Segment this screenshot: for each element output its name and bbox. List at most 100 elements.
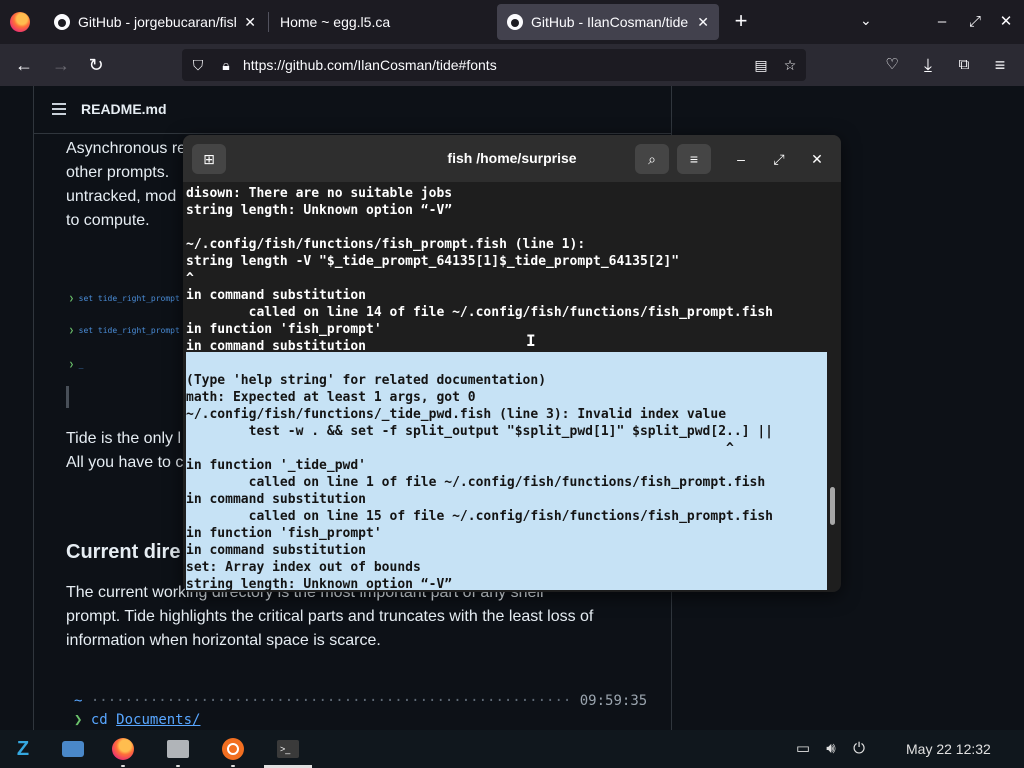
text-line: untracked, mod xyxy=(66,188,177,205)
downloads-icon[interactable]: ⤓ xyxy=(916,53,940,77)
terminal-line: called on line 1 of file ~/.config/fish/… xyxy=(186,475,766,490)
bookmark-star-icon[interactable]: ☆ xyxy=(780,55,800,75)
terminal-line: in function 'fish_prompt' xyxy=(186,526,382,541)
power-icon[interactable]: ⏻ xyxy=(850,740,868,758)
tab-label: GitHub - IlanCosman/tide xyxy=(531,14,689,30)
list-all-tabs-icon[interactable]: ⌄ xyxy=(860,12,872,29)
terminal-line: in command substitution xyxy=(186,339,367,354)
new-tab-button[interactable]: + xyxy=(730,10,752,34)
prompt-filler: ········································… xyxy=(90,693,572,709)
minimize-icon[interactable]: – xyxy=(724,144,758,174)
maximize-icon[interactable]: ⤢ xyxy=(963,10,987,34)
prompt-chevron: ❯ xyxy=(69,360,74,369)
terminal-line: ^ xyxy=(186,441,734,456)
firefox-icon[interactable] xyxy=(112,738,134,760)
text-line: other prompts. xyxy=(66,164,170,181)
readme-paragraph-async: Asynchronous re other prompts. untracked… xyxy=(66,137,186,233)
github-icon xyxy=(507,14,523,30)
tab-label: GitHub - jorgebucaran/fish xyxy=(78,14,237,30)
terminal-output[interactable]: I disown: There are no suitable jobs stri… xyxy=(183,182,841,592)
workspace-icon[interactable] xyxy=(62,741,84,757)
close-window-icon[interactable]: ✕ xyxy=(994,10,1018,34)
software-icon[interactable] xyxy=(222,738,244,760)
terminal-line: math: Expected at least 1 args, got 0 xyxy=(186,390,476,405)
text-line: Tide is the only l xyxy=(66,430,182,447)
terminal-line: string length -V "$_tide_prompt_64135[1]… xyxy=(186,254,680,269)
close-icon[interactable]: ✕ xyxy=(697,14,709,31)
demo-line: ❯ _ xyxy=(69,360,83,369)
hamburger-menu-icon[interactable]: ≡ xyxy=(677,144,711,174)
browser-tab-bar: GitHub - jorgebucaran/fish ✕ Home ~ egg.… xyxy=(0,0,1024,44)
scrollbar-thumb[interactable] xyxy=(830,487,835,525)
demo-text: set tide_right_prompt xyxy=(78,294,180,303)
readme-title: README.md xyxy=(81,101,167,117)
lock-icon[interactable]: 🔒︎ xyxy=(216,55,236,75)
terminal-line: in command substitution xyxy=(186,543,367,558)
zorin-menu-icon[interactable]: Z xyxy=(12,738,34,760)
files-icon[interactable] xyxy=(167,740,189,758)
hamburger-menu-icon[interactable]: ≡ xyxy=(988,53,1012,77)
url-text[interactable]: https://github.com/IlanCosman/tide#fonts xyxy=(243,57,497,73)
terminal-line: called on line 15 of file ~/.config/fish… xyxy=(186,509,773,524)
text-cursor-icon: I xyxy=(526,331,536,350)
minimize-icon[interactable]: – xyxy=(930,10,954,34)
browser-nav-bar: ← → ↻ ⛉ 🔒︎ https://github.com/IlanCosman… xyxy=(0,44,1024,86)
close-icon[interactable]: ✕ xyxy=(800,144,834,174)
tab-separator xyxy=(268,12,269,32)
code-prompt-line: ~ ······································… xyxy=(74,693,647,709)
terminal-header[interactable]: ⊞ fish /home/surprise ⌕ ≡ – ⤢ ✕ xyxy=(183,135,841,182)
terminal-line: string length: Unknown option “-V” xyxy=(186,203,453,218)
readme-header: README.md xyxy=(34,86,671,134)
terminal-line: ~/.config/fish/functions/fish_prompt.fis… xyxy=(186,237,586,252)
prompt-chevron: ❯ xyxy=(69,326,74,335)
terminal-line: in function 'fish_prompt' xyxy=(186,322,382,337)
text-line: information when horizontal space is sca… xyxy=(66,632,381,649)
volume-icon[interactable]: 🔊︎ xyxy=(822,740,840,758)
code-command: cd xyxy=(90,712,108,728)
firefox-menu-icon[interactable] xyxy=(10,12,30,32)
terminal-line: called on line 14 of file ~/.config/fish… xyxy=(186,305,773,320)
text-line: Asynchronous re xyxy=(66,140,187,157)
demo-text: set tide_right_prompt xyxy=(78,326,180,335)
running-indicator xyxy=(176,765,180,767)
terminal-line: test -w . && set -f split_output "$split… xyxy=(186,424,773,439)
terminal-line: in command substitution xyxy=(186,492,367,507)
terminal-line: ~/.config/fish/functions/_tide_pwd.fish … xyxy=(186,407,727,422)
reload-icon[interactable]: ↻ xyxy=(84,53,108,77)
back-icon[interactable]: ← xyxy=(12,53,36,77)
extensions-icon[interactable]: ⧉ xyxy=(952,53,976,77)
prompt-chevron: ❯ xyxy=(69,294,74,303)
forward-icon[interactable]: → xyxy=(49,53,73,77)
terminal-line: disown: There are no suitable jobs xyxy=(186,186,453,201)
prompt-time: 09:59:35 xyxy=(579,693,648,709)
maximize-icon[interactable]: ⤢ xyxy=(762,144,796,174)
tab-egg[interactable]: Home ~ egg.l5.ca xyxy=(270,4,492,40)
code-argument: Documents/ xyxy=(116,712,201,728)
readme-paragraph-tide: Tide is the only l All you have to c xyxy=(66,427,183,475)
github-icon xyxy=(54,14,70,30)
outline-list-icon[interactable] xyxy=(52,103,66,115)
tab-tide-repo[interactable]: GitHub - IlanCosman/tide ✕ xyxy=(497,4,719,40)
display-icon[interactable]: ▭ xyxy=(794,740,812,758)
reader-view-icon[interactable]: ▤ xyxy=(751,55,771,75)
demo-text: _ xyxy=(78,360,84,369)
running-indicator xyxy=(231,765,235,767)
prompt-chevron: ❯ xyxy=(74,712,83,728)
text-line: prompt. Tide highlights the critical par… xyxy=(66,608,594,625)
terminal-line: in command substitution xyxy=(186,288,367,303)
demo-line: ❯ set tide_right_prompt xyxy=(69,294,180,303)
terminal-line: in function '_tide_pwd' xyxy=(186,458,367,473)
close-icon[interactable]: ✕ xyxy=(244,14,256,31)
search-icon[interactable]: ⌕ xyxy=(635,144,669,174)
tab-label: Home ~ egg.l5.ca xyxy=(280,14,391,30)
terminal-line: (Type 'help string' for related document… xyxy=(186,373,547,388)
url-bar[interactable]: ⛉ 🔒︎ https://github.com/IlanCosman/tide#… xyxy=(182,49,806,81)
tab-fish-repo[interactable]: GitHub - jorgebucaran/fish ✕ xyxy=(44,4,266,40)
pocket-icon[interactable]: ♡ xyxy=(880,53,904,77)
terminal-icon[interactable]: >_ xyxy=(277,740,299,758)
shield-icon[interactable]: ⛉ xyxy=(188,55,208,75)
terminal-line: set: Array index out of bounds xyxy=(186,560,421,575)
clock[interactable]: May 22 12:32 xyxy=(906,741,991,757)
prompt-marker: ~ xyxy=(74,693,83,709)
terminal-window[interactable]: ⊞ fish /home/surprise ⌕ ≡ – ⤢ ✕ I disown… xyxy=(183,135,841,592)
